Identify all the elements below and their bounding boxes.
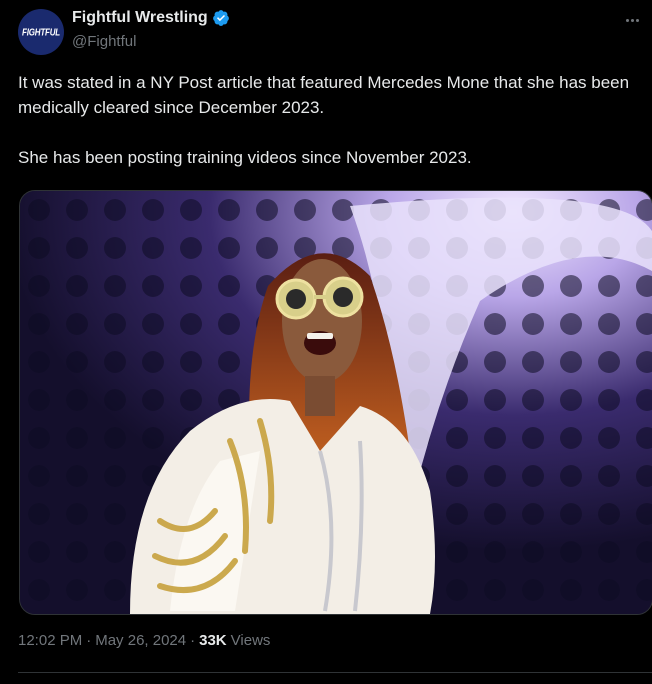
divider	[18, 672, 652, 673]
more-dot	[630, 18, 634, 22]
views-label: Views	[230, 632, 271, 649]
meta-separator: ·	[86, 632, 92, 649]
meta-separator: ·	[190, 632, 196, 649]
tweet-photo[interactable]	[19, 190, 652, 615]
more-options-icon[interactable]	[620, 10, 644, 30]
tweet-paragraph: It was stated in a NY Post article that …	[18, 73, 630, 117]
tweet-text: It was stated in a NY Post article that …	[18, 70, 638, 170]
author-name-row[interactable]: Fightful Wrestling	[72, 9, 230, 27]
avatar[interactable]: FIGHTFUL	[18, 9, 64, 55]
author-handle[interactable]: @Fightful	[72, 33, 136, 50]
avatar-logo-text: FIGHTFUL	[22, 26, 60, 38]
tweet-meta: 12:02 PM · May 26, 2024 · 33K Views	[18, 632, 270, 649]
author-display-name[interactable]: Fightful Wrestling	[72, 9, 208, 27]
wrestler-photo	[20, 191, 652, 614]
tweet-time[interactable]: 12:02 PM	[18, 632, 82, 649]
verified-badge-icon	[212, 10, 229, 26]
tweet-paragraph: She has been posting training videos sin…	[18, 148, 472, 167]
views-count: 33K	[199, 632, 227, 649]
more-dot	[625, 18, 629, 22]
tweet-card[interactable]: FIGHTFUL Fightful Wrestling @Fightful It…	[0, 0, 652, 684]
tweet-date[interactable]: May 26, 2024	[95, 632, 186, 649]
more-dot	[635, 18, 639, 22]
